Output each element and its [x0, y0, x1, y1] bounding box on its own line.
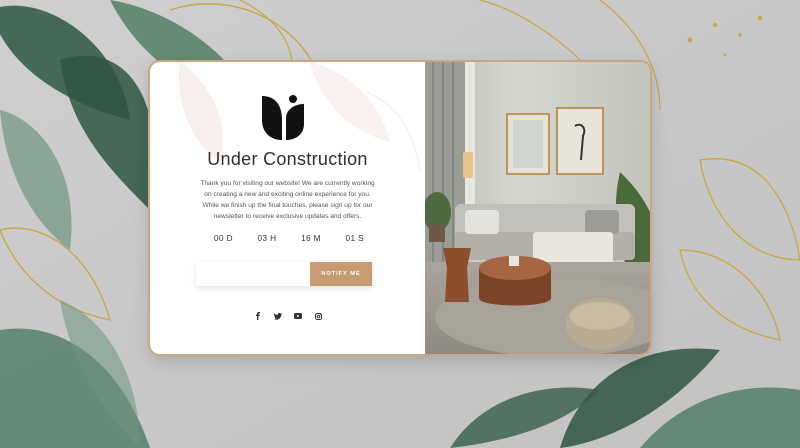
countdown-minutes: 16 M: [301, 234, 321, 243]
notify-me-button[interactable]: NOTIFY ME: [310, 262, 372, 286]
facebook-icon[interactable]: [254, 312, 262, 320]
youtube-icon[interactable]: [294, 312, 302, 320]
page-description: Thank you for visiting our website! We a…: [200, 180, 375, 220]
countdown-hours: 03 H: [257, 234, 277, 243]
brand-logo-icon: [262, 95, 304, 140]
interior-illustration: [425, 62, 650, 354]
countdown-timer: 00 D 03 H 16 M 01 S: [214, 234, 364, 243]
social-links: [254, 312, 322, 320]
instagram-icon[interactable]: [314, 312, 322, 320]
newsletter-form: NOTIFY ME: [196, 262, 372, 286]
countdown-days: 00 D: [214, 234, 233, 243]
email-input[interactable]: [196, 262, 310, 286]
page-title: Under Construction: [207, 149, 368, 169]
twitter-icon[interactable]: [274, 312, 282, 320]
content-panel: Under Construction Thank you for visitin…: [150, 62, 425, 354]
construction-card: Under Construction Thank you for visitin…: [150, 62, 650, 354]
countdown-seconds: 01 S: [345, 234, 364, 243]
living-room-photo: [425, 62, 650, 354]
